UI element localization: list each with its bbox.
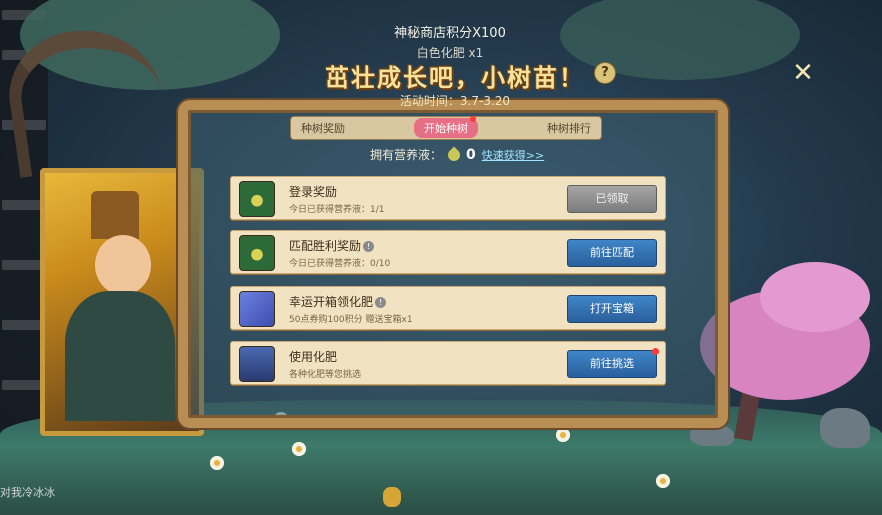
tab-label: 种树排行 bbox=[547, 122, 591, 135]
task-title: 幸运开箱领化肥! bbox=[289, 293, 387, 310]
task-row-use-fertilizer: 使用化肥 各种化肥等您挑选 前往挑选 bbox=[230, 341, 666, 385]
task-title-text: 幸运开箱领化肥 bbox=[289, 295, 374, 309]
chat-username: 对我冷冰冰 bbox=[0, 486, 55, 499]
rock bbox=[820, 408, 870, 448]
hero-hat bbox=[91, 191, 139, 239]
tab-label: 种树奖励 bbox=[301, 122, 345, 135]
treasure-chest-icon bbox=[239, 346, 275, 382]
button-label: 前往挑选 bbox=[590, 357, 634, 370]
tab-planting-ranking[interactable]: 种树排行 bbox=[537, 120, 601, 136]
flower bbox=[556, 428, 570, 442]
task-desc: 今日已获得营养液：1/1 bbox=[289, 205, 385, 215]
task-title: 登录奖励 bbox=[289, 185, 338, 199]
nutrient-bottle-icon bbox=[239, 235, 275, 271]
task-title: 使用化肥 bbox=[289, 350, 338, 364]
task-desc: 今日已获得营养液：0/10 bbox=[289, 259, 391, 269]
gift-box-icon bbox=[239, 291, 275, 327]
info-icon[interactable]: ! bbox=[375, 297, 387, 308]
nutrient-bottle-icon bbox=[239, 181, 275, 217]
event-title: 茁壮成长吧，小树苗！ bbox=[325, 63, 585, 92]
task-row-match-win: 匹配胜利奖励! 今日已获得营养液：0/10 前往匹配 bbox=[230, 230, 666, 274]
task-desc: 50点券购100积分 赠送宝箱x1 bbox=[289, 315, 413, 325]
tab-planting-rewards[interactable]: 种树奖励 bbox=[291, 120, 355, 136]
open-box-button[interactable]: 打开宝箱 bbox=[567, 295, 657, 323]
tab-bar: 种树奖励 开始种树 种树排行 bbox=[290, 116, 602, 140]
close-button[interactable]: ✕ bbox=[788, 58, 818, 88]
flower bbox=[210, 456, 224, 470]
money-bag-icon bbox=[383, 487, 401, 507]
hero-body bbox=[65, 291, 175, 421]
task-title: 匹配胜利奖励! bbox=[289, 237, 375, 254]
task-row-login: 登录奖励 今日已获得营养液：1/1 已领取 bbox=[230, 176, 666, 220]
shop-points-reward: 神秘商店积分X100 bbox=[394, 26, 506, 41]
nutrient-count: 0 bbox=[466, 146, 476, 163]
pink-tree-canopy-top bbox=[760, 262, 870, 332]
go-select-button[interactable]: 前往挑选 bbox=[567, 348, 659, 378]
flower bbox=[656, 474, 670, 488]
tab-label: 开始种树 bbox=[424, 122, 468, 135]
go-match-button[interactable]: 前往匹配 bbox=[567, 239, 657, 267]
task-title-text: 匹配胜利奖励 bbox=[289, 239, 362, 253]
flower bbox=[292, 442, 306, 456]
nutrient-label: 拥有营养液： bbox=[370, 148, 443, 162]
claimed-button[interactable]: 已领取 bbox=[567, 185, 657, 213]
task-desc: 各种化肥等您挑选 bbox=[289, 370, 362, 380]
task-row-lucky-box: 幸运开箱领化肥! 50点券购100积分 赠送宝箱x1 打开宝箱 bbox=[230, 286, 666, 330]
notification-dot bbox=[652, 348, 659, 355]
help-icon[interactable]: ? bbox=[594, 62, 616, 84]
notification-dot bbox=[470, 116, 476, 122]
tab-start-planting[interactable]: 开始种树 bbox=[414, 116, 478, 138]
nutrient-status: 拥有营养液： 0 快速获得>> bbox=[370, 146, 544, 163]
nutrient-drop-icon bbox=[445, 146, 463, 163]
event-date: 活动时间：3.7-3.20 bbox=[399, 94, 511, 108]
info-icon[interactable]: ! bbox=[363, 241, 375, 252]
hero-face bbox=[95, 235, 151, 295]
quick-get-link[interactable]: 快速获得>> bbox=[482, 147, 544, 163]
